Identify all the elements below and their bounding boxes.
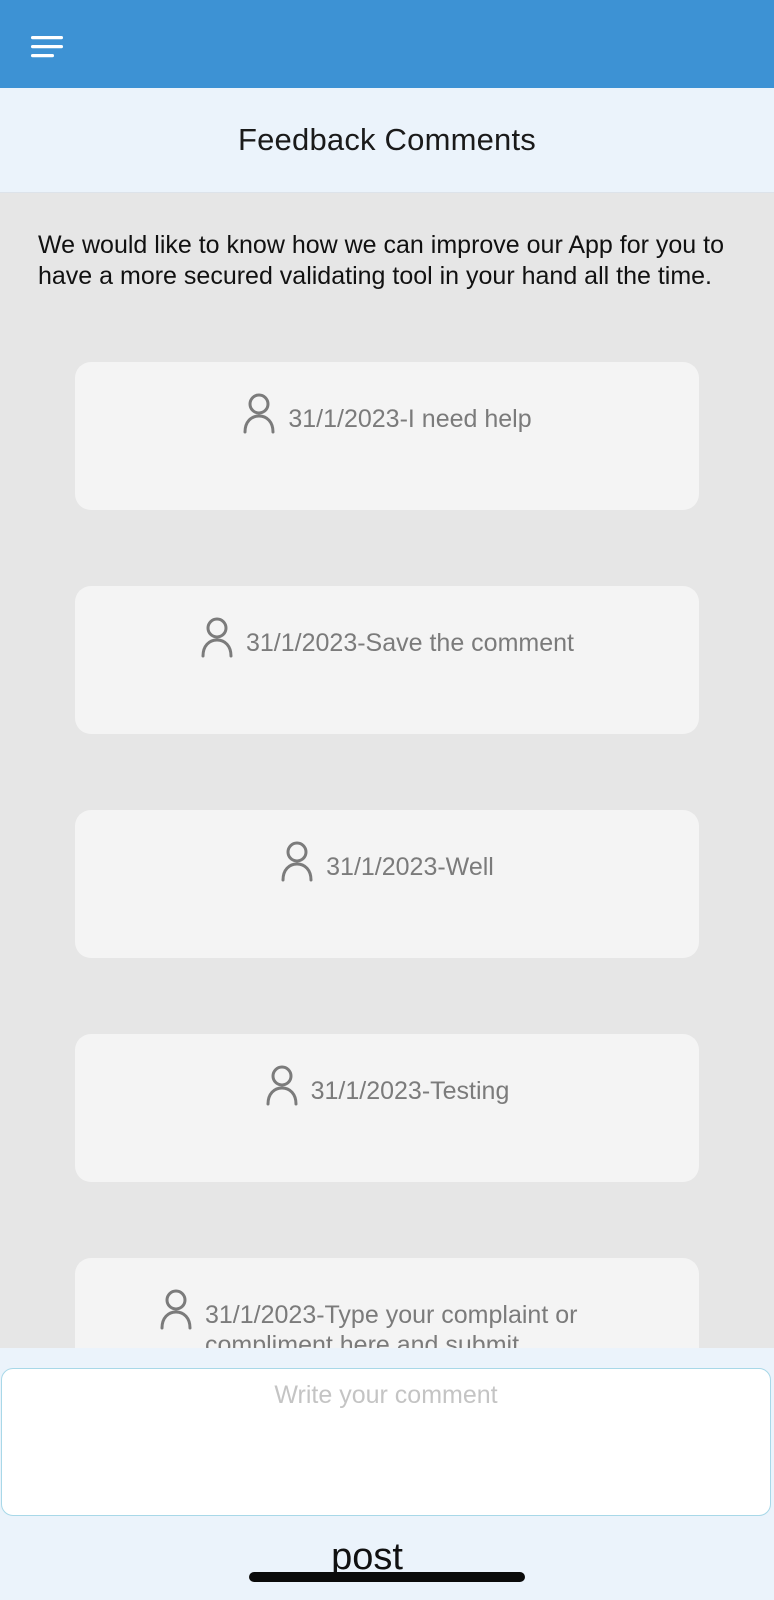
comment-card[interactable]: 31/1/2023-I need help (75, 362, 699, 510)
user-icon (243, 393, 275, 434)
comment-text: 31/1/2023-Well (326, 853, 494, 881)
home-indicator (249, 1572, 525, 1582)
hamburger-menu-icon (31, 36, 63, 58)
title-bar: Feedback Comments (0, 88, 774, 193)
comment-text: 31/1/2023-Save the comment (246, 629, 574, 657)
user-icon (201, 617, 233, 658)
comments-list[interactable]: We would like to know how we can improve… (0, 192, 774, 1348)
comment-card[interactable]: 31/1/2023-Well (75, 810, 699, 958)
user-icon (281, 841, 313, 882)
comment-card[interactable]: 31/1/2023-Save the comment (75, 586, 699, 734)
comment-composer: post (0, 1348, 774, 1600)
menu-button[interactable] (28, 28, 68, 68)
comment-text: 31/1/2023-Testing (310, 1077, 510, 1105)
comment-card[interactable]: 31/1/2023-Type your complaint or complim… (75, 1258, 699, 1348)
user-icon (160, 1289, 192, 1330)
page-title: Feedback Comments (237, 122, 537, 157)
app-header (0, 0, 774, 88)
user-icon (266, 1065, 298, 1106)
intro-text: We would like to know how we can improve… (38, 231, 724, 290)
comment-input[interactable] (1, 1368, 771, 1516)
comment-card[interactable]: 31/1/2023-Testing (75, 1034, 699, 1182)
comment-text: 31/1/2023-Type your complaint or complim… (205, 1301, 578, 1348)
comment-text: 31/1/2023-I need help (288, 405, 532, 433)
